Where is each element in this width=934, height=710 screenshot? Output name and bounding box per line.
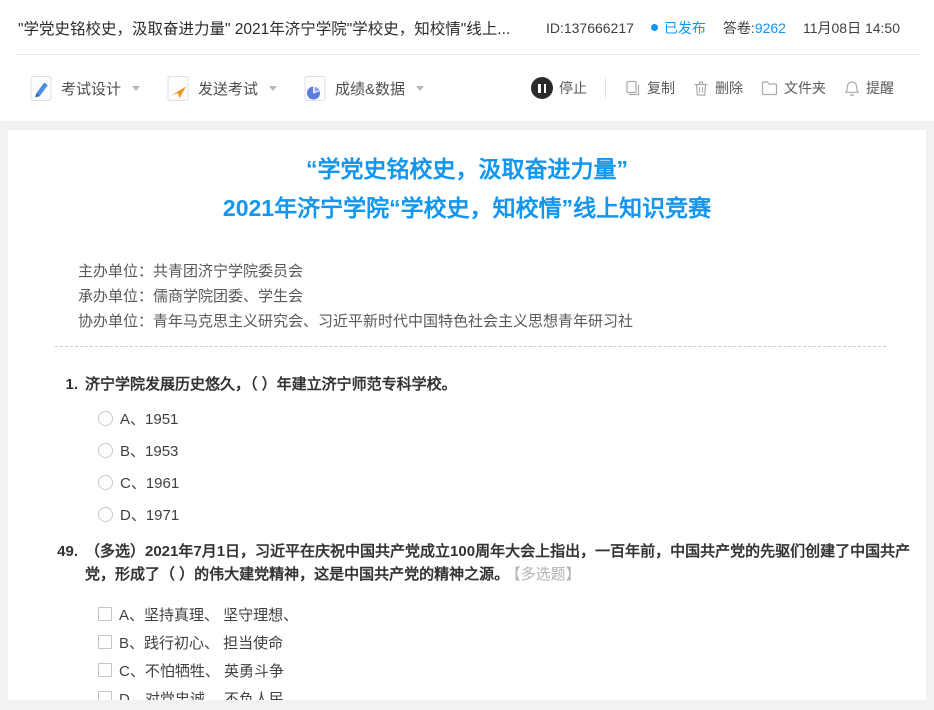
trash-icon: [693, 80, 709, 97]
copy-icon: [624, 80, 641, 97]
remind-label: 提醒: [866, 78, 894, 98]
toolbar-menus: 考试设计 发送考试 成绩&数据: [30, 75, 424, 102]
stop-button[interactable]: 停止: [531, 77, 587, 99]
pause-icon: [531, 77, 553, 99]
toolbar: 考试设计 发送考试 成绩&数据 停止: [0, 55, 934, 121]
toolbar-actions: 停止 复制 删除 文件夹: [531, 77, 894, 99]
toolbar-divider: [605, 78, 606, 98]
send-exam-icon: [167, 75, 189, 102]
multi-select-tag: 【多选题】: [513, 566, 581, 583]
radio-icon[interactable]: [98, 507, 113, 522]
menu-send-exam[interactable]: 发送考试: [167, 75, 277, 102]
exam-id: ID:137666217: [546, 20, 634, 36]
menu-send-exam-label: 发送考试: [198, 78, 258, 99]
exam-title: "学党史铭校史，汲取奋进力量" 2021年济宁学院"学校史，知校情"线上...: [18, 17, 510, 39]
scores-data-icon: [304, 75, 326, 102]
chevron-down-icon: [269, 86, 277, 91]
folder-label: 文件夹: [784, 78, 826, 98]
question-text: 济宁学院发展历史悠久，（ ）年建立济宁师范专科学校。: [85, 373, 457, 396]
option-b[interactable]: B、1953: [98, 434, 926, 466]
folder-button[interactable]: 文件夹: [761, 78, 826, 98]
organizer-host: 主办单位：共青团济宁学院委员会: [78, 259, 926, 284]
survey-title: “学党史铭校史，汲取奋进力量” 2021年济宁学院“学校史，知校情”线上知识竞赛: [8, 150, 926, 228]
question-49-options: A、坚持真理、 坚守理想、 B、践行初心、 担当使命 C、不怕牺牲、 英勇斗争 …: [8, 600, 926, 700]
question-number: 49.: [48, 540, 78, 563]
answers-count-value[interactable]: 9262: [755, 20, 786, 36]
option-label: A、坚持真理、 坚守理想、: [119, 604, 298, 625]
page-background: “学党史铭校史，汲取奋进力量” 2021年济宁学院“学校史，知校情”线上知识竞赛…: [0, 121, 934, 710]
exam-datetime: 11月08日 14:50: [803, 18, 900, 38]
organizer-undertaker: 承办单位：儒商学院团委、学生会: [78, 284, 926, 309]
question-1: 1. 济宁学院发展历史悠久，（ ）年建立济宁师范专科学校。: [8, 373, 926, 396]
bell-icon: [844, 80, 860, 97]
status-dot-icon: [651, 24, 658, 31]
option-label: D、1971: [120, 504, 179, 525]
status-badge: 已发布: [651, 18, 706, 38]
copy-label: 复制: [647, 78, 675, 98]
menu-exam-design[interactable]: 考试设计: [30, 75, 140, 102]
option-d[interactable]: D、对党忠诚、 不负人民: [98, 684, 926, 700]
exam-design-icon: [30, 75, 52, 102]
option-a[interactable]: A、1951: [98, 402, 926, 434]
radio-icon[interactable]: [98, 443, 113, 458]
copy-button[interactable]: 复制: [624, 78, 675, 98]
option-c[interactable]: C、不怕牺牲、 英勇斗争: [98, 656, 926, 684]
option-b[interactable]: B、践行初心、 担当使命: [98, 628, 926, 656]
option-label: B、1953: [120, 440, 178, 461]
question-text: （多选）2021年7月1日，习近平在庆祝中国共产党成立100周年大会上指出，一百…: [85, 540, 926, 586]
checkbox-icon[interactable]: [98, 691, 112, 700]
question-1-options: A、1951 B、1953 C、1961 D、1971: [8, 402, 926, 530]
topbar-meta: ID:137666217 已发布 答卷:9262 11月08日 14:50: [546, 18, 900, 38]
section-divider: [55, 346, 886, 347]
question-49: 49. （多选）2021年7月1日，习近平在庆祝中国共产党成立100周年大会上指…: [8, 540, 926, 586]
option-label: C、不怕牺牲、 英勇斗争: [119, 660, 284, 681]
answers-label: 答卷:: [723, 20, 755, 36]
option-a[interactable]: A、坚持真理、 坚守理想、: [98, 600, 926, 628]
checkbox-icon[interactable]: [98, 635, 112, 649]
survey-title-line2: 2021年济宁学院“学校史，知校情”线上知识竞赛: [8, 189, 926, 228]
menu-scores-data-label: 成绩&数据: [335, 78, 405, 99]
status-label: 已发布: [664, 18, 706, 38]
option-label: B、践行初心、 担当使命: [119, 632, 283, 653]
survey-title-line1: “学党史铭校史，汲取奋进力量”: [8, 150, 926, 189]
menu-scores-data[interactable]: 成绩&数据: [304, 75, 424, 102]
delete-button[interactable]: 删除: [693, 78, 743, 98]
answers-count[interactable]: 答卷:9262: [723, 18, 786, 38]
chevron-down-icon: [416, 86, 424, 91]
stop-label: 停止: [559, 78, 587, 98]
question-number: 1.: [48, 373, 78, 396]
delete-label: 删除: [715, 78, 743, 98]
option-label: D、对党忠诚、 不负人民: [119, 688, 284, 701]
remind-button[interactable]: 提醒: [844, 78, 894, 98]
option-c[interactable]: C、1961: [98, 466, 926, 498]
radio-icon[interactable]: [98, 475, 113, 490]
organizer-block: 主办单位：共青团济宁学院委员会 承办单位：儒商学院团委、学生会 协办单位：青年马…: [78, 259, 926, 334]
question-text-body: （多选）2021年7月1日，习近平在庆祝中国共产党成立100周年大会上指出，一百…: [85, 543, 910, 583]
checkbox-icon[interactable]: [98, 607, 112, 621]
organizer-co: 协办单位：青年马克思主义研究会、习近平新时代中国特色社会主义思想青年研习社: [78, 309, 926, 334]
option-label: C、1961: [120, 472, 179, 493]
folder-icon: [761, 80, 778, 96]
chevron-down-icon: [132, 86, 140, 91]
menu-exam-design-label: 考试设计: [61, 78, 121, 99]
option-d[interactable]: D、1971: [98, 498, 926, 530]
option-label: A、1951: [120, 408, 178, 429]
topbar: "学党史铭校史，汲取奋进力量" 2021年济宁学院"学校史，知校情"线上... …: [0, 0, 934, 55]
checkbox-icon[interactable]: [98, 663, 112, 677]
radio-icon[interactable]: [98, 411, 113, 426]
survey-preview-card: “学党史铭校史，汲取奋进力量” 2021年济宁学院“学校史，知校情”线上知识竞赛…: [8, 130, 926, 700]
